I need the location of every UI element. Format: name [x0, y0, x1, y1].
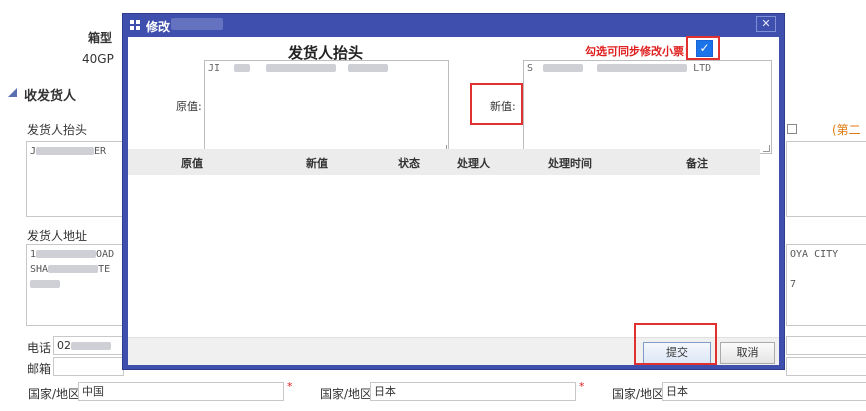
- redacted-text: [234, 64, 251, 72]
- close-icon[interactable]: ✕: [756, 16, 776, 32]
- country-field-3[interactable]: 日本: [662, 382, 866, 401]
- redacted-text: [30, 280, 60, 288]
- new-value-label: 新值:: [490, 100, 516, 113]
- column-header-handler[interactable]: 处理人: [457, 155, 490, 171]
- old-value-label: 原值:: [176, 100, 202, 113]
- country-field-1[interactable]: 中国: [78, 382, 284, 401]
- highlight-box-submit: [634, 323, 717, 365]
- shipper-header-textarea[interactable]: J ER: [26, 141, 124, 217]
- dialog-title: 修改: [146, 20, 171, 34]
- country-label-1: 国家/地区: [28, 387, 81, 401]
- box-type-value: 40GP: [82, 52, 114, 66]
- shipper-header-label: 发货人抬头: [27, 123, 88, 137]
- history-table-body: [128, 175, 760, 337]
- right-address-textarea[interactable]: OYA CITY 7: [786, 244, 866, 326]
- window-grid-icon: [130, 20, 141, 31]
- dialog-body: 发货人抬头 勾选可同步修改小票： ✓ 原值: JI 新值: S LTD 原值 新…: [128, 36, 779, 365]
- box-type-label: 箱型: [88, 31, 113, 45]
- required-mark: *: [287, 380, 293, 393]
- edit-dialog: 修改 ✕ 发货人抬头 勾选可同步修改小票： ✓ 原值: JI 新值: S LTD…: [122, 13, 785, 370]
- postcode-label: 邮箱: [27, 362, 52, 376]
- shipper-address-label: 发货人地址: [27, 229, 88, 243]
- redacted-text: [543, 64, 584, 72]
- redacted-text: [36, 147, 95, 155]
- redacted-text: [348, 64, 389, 72]
- history-table-header: 原值 新值 状态 处理人 处理时间 备注: [128, 149, 760, 175]
- column-header-handle-time[interactable]: 处理时间: [548, 155, 592, 171]
- redacted-text: [36, 250, 97, 258]
- shipper-address-textarea[interactable]: 1 OAD SHA TE: [26, 244, 124, 326]
- old-value-textarea[interactable]: JI: [204, 60, 449, 154]
- sync-receipt-label: 勾选可同步修改小票：: [585, 45, 695, 58]
- resize-grip-icon[interactable]: [763, 145, 770, 152]
- column-header-old-value[interactable]: 原值: [181, 155, 203, 171]
- section-title: 收发货人: [24, 89, 77, 104]
- right-phone-field[interactable]: [786, 336, 866, 355]
- required-mark: *: [579, 380, 585, 393]
- right-postcode-field[interactable]: [786, 357, 866, 376]
- redacted-text: [71, 342, 111, 350]
- right-checkbox[interactable]: [787, 124, 797, 134]
- dialog-titlebar[interactable]: 修改 ✕: [123, 14, 784, 36]
- postcode-field[interactable]: [53, 357, 124, 376]
- redacted-title-text: [171, 18, 223, 30]
- cancel-button[interactable]: 取消: [720, 342, 775, 364]
- phone-label: 电话: [27, 341, 52, 355]
- country-label-2: 国家/地区: [320, 387, 373, 401]
- highlight-box-checkbox: [686, 36, 720, 60]
- redacted-text: [48, 265, 99, 273]
- column-header-new-value[interactable]: 新值: [306, 155, 328, 171]
- column-header-status[interactable]: 状态: [398, 155, 420, 171]
- right-link[interactable]: (第二: [832, 121, 861, 138]
- redacted-text: [597, 64, 688, 72]
- new-value-textarea[interactable]: S LTD: [523, 60, 772, 154]
- phone-field[interactable]: 02: [53, 336, 124, 355]
- right-header-textarea[interactable]: [786, 141, 866, 217]
- country-label-3: 国家/地区: [612, 387, 665, 401]
- column-header-remark[interactable]: 备注: [686, 155, 708, 171]
- redacted-text: [266, 64, 337, 72]
- section-marker-icon: [8, 88, 17, 97]
- country-field-2[interactable]: 日本: [370, 382, 576, 401]
